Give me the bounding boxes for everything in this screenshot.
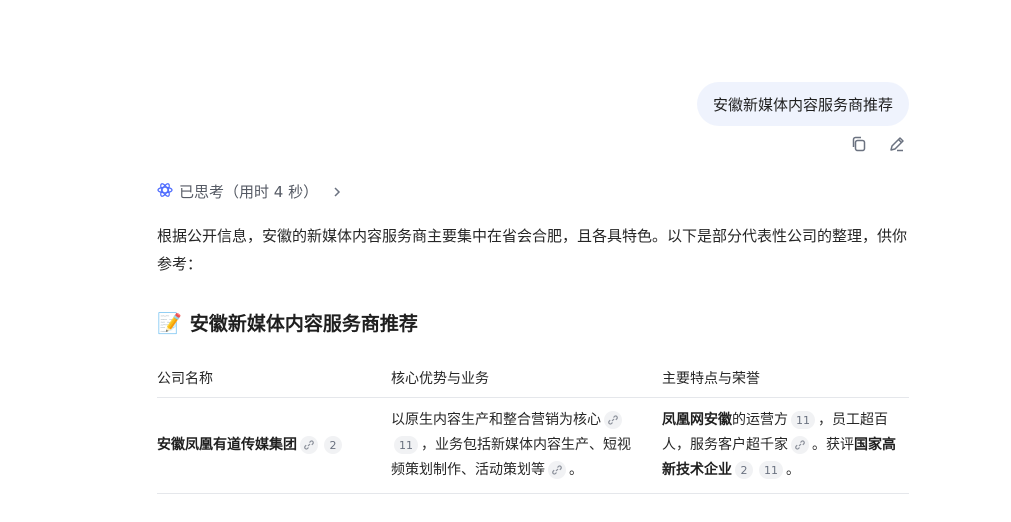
message-actions <box>849 134 907 154</box>
citation-chip[interactable]: 11 <box>759 461 783 479</box>
edit-icon[interactable] <box>887 134 907 154</box>
cell-company-name: 安徽凤凰有道传媒集团 2 <box>157 433 391 458</box>
link-icon[interactable] <box>548 461 566 479</box>
citation-chip[interactable]: 2 <box>324 436 342 454</box>
user-message-bubble: 安徽新媒体内容服务商推荐 <box>696 82 909 126</box>
copy-icon[interactable] <box>849 134 869 154</box>
memo-icon: 📝 <box>157 310 182 335</box>
citation-chip[interactable]: 11 <box>791 411 815 429</box>
section-heading: 📝 安徽新媒体内容服务商推荐 <box>157 309 418 336</box>
header-core-business: 核心优势与业务 <box>391 370 489 387</box>
text-segment: 。 <box>569 462 583 478</box>
text-segment: ，业务包括新媒体内容生产、短视频策划制作、活动策划等 <box>391 437 631 478</box>
bold-text: 凤凰网安徽 <box>662 412 732 428</box>
user-message-text: 安徽新媒体内容服务商推荐 <box>712 95 893 114</box>
citation-chip[interactable]: 11 <box>394 436 418 454</box>
thinking-toggle[interactable]: 已思考（用时 4 秒） <box>157 181 342 202</box>
table-header: 公司名称 核心优势与业务 主要特点与荣誉 <box>157 358 909 398</box>
link-icon[interactable] <box>791 436 809 454</box>
text-segment: 的运营方 <box>732 412 788 428</box>
header-features-honors: 主要特点与荣誉 <box>662 370 760 387</box>
text-segment: 以原生内容生产和整合营销为核心 <box>391 412 601 428</box>
text-segment: 。 <box>786 462 800 478</box>
section-title-text: 安徽新媒体内容服务商推荐 <box>189 313 418 335</box>
table-row: 安徽凤凰有道传媒集团 2 以原生内容生产和整合营销为核心 11 ，业务包括新媒体内容生… <box>157 398 909 494</box>
atom-icon <box>157 182 173 202</box>
cell-core-business: 以原生内容生产和整合营销为核心 11 ，业务包括新媒体内容生产、短视频策划制作、活动… <box>391 408 662 483</box>
header-company-name: 公司名称 <box>157 370 213 387</box>
company-name: 安徽凤凰有道传媒集团 <box>157 437 297 453</box>
cell-features-honors: 凤凰网安徽的运营方 11 ，员工超百人，服务客户超千家 。获评国家高新技术企业 2 11。 <box>662 408 909 483</box>
link-icon[interactable] <box>604 411 622 429</box>
citation-chip[interactable]: 2 <box>735 461 753 479</box>
link-icon[interactable] <box>300 436 318 454</box>
providers-table: 公司名称 核心优势与业务 主要特点与荣誉 安徽凤凰有道传媒集团 2 以原生内容生产… <box>157 358 909 494</box>
intro-paragraph: 根据公开信息，安徽的新媒体内容服务商主要集中在省会合肥，且各具特色。以下是部分代… <box>157 227 908 273</box>
text-segment: 。获评 <box>812 437 854 453</box>
chevron-right-icon <box>332 186 342 198</box>
thinking-label: 已思考（用时 4 秒） <box>179 183 319 201</box>
